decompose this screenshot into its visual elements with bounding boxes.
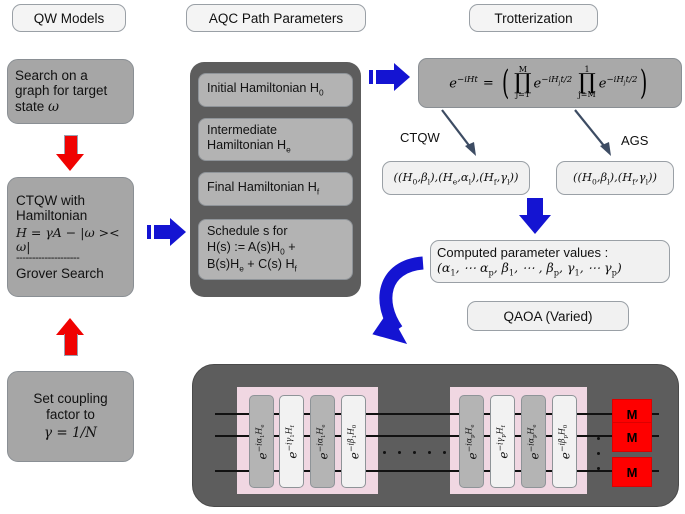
aqc-header-label: AQC Path Parameters — [208, 10, 344, 26]
ctqw-line-5: Grover Search — [16, 265, 104, 281]
circuit-gate-left-4-label: e−iβ1H0 — [346, 424, 361, 459]
circuit-gate-left-3[interactable]: e−iα1He — [310, 395, 335, 488]
qaoa-varied-box: QAOA (Varied) — [467, 301, 629, 331]
blue-arrow-qw-to-aqc — [147, 218, 186, 246]
circuit-gate-left-1-label: e−iα1He — [254, 424, 269, 459]
circuit-gate-right-2[interactable]: e−iγpHf — [490, 395, 515, 488]
trotterization-header-label: Trotterization — [494, 10, 573, 26]
ctqw-line-2: Hamiltonian — [16, 208, 88, 224]
circuit-measurement-3-label: M — [626, 464, 638, 480]
qw-search-line-1: Search on a — [15, 67, 88, 83]
circuit-ellipsis-dot-2 — [398, 451, 402, 455]
aqc-item-schedule: Schedule s for H(s) := A(s)H0 + B(s)He +… — [198, 219, 353, 280]
branch-arrow-ctqw — [441, 109, 476, 156]
circuit-ellipsis-dot-4 — [428, 451, 432, 455]
qw-models-header: QW Models — [12, 4, 126, 32]
ctqw-line-1: CTQW with — [16, 192, 85, 208]
aqc-item-intermediate-line-2: Hamiltonian He — [207, 138, 291, 155]
blue-curved-arrow-to-circuit — [372, 256, 424, 344]
circuit-gate-left-2-label: e−iγ1Hf — [284, 424, 299, 459]
ags-parameter-box: ((H0,βl),(Hf,γl)) — [556, 161, 674, 195]
qw-models-header-label: QW Models — [33, 10, 105, 26]
circuit-gate-left-2[interactable]: e−iγ1Hf — [279, 395, 304, 488]
coupling-line-2: factor to — [46, 406, 95, 422]
circuit-measurement-3[interactable]: M — [612, 457, 652, 487]
circuit-measurement-2-label: M — [626, 429, 638, 445]
red-arrow-down-1 — [56, 135, 84, 171]
circuit-measurement-1-label: M — [626, 406, 638, 422]
aqc-schedule-line-2: H(s) := A(s)H0 + — [207, 239, 296, 257]
ags-parameter-text: ((H0,βl),(Hf,γl)) — [572, 169, 658, 187]
aqc-schedule-line-3: B(s)He + C(s) Hf — [207, 257, 297, 274]
circuit-ellipsis-dot-5 — [443, 451, 447, 455]
ctqw-parameter-box: ((H0,βl),(He,αl),(Hf,γl)) — [382, 161, 530, 195]
computed-parameter-values-box: Computed parameter values : (α1, ⋯ αp, β… — [430, 240, 670, 283]
branch-arrow-ags — [574, 109, 611, 156]
aqc-item-initial-label: Initial Hamiltonian H0 — [207, 81, 324, 98]
aqc-item-intermediate-line-1: Intermediate — [207, 123, 278, 138]
aqc-item-initial-hamiltonian: Initial Hamiltonian H0 — [198, 73, 353, 107]
computed-parameter-value: (α1, ⋯ αp, β1, ⋯ , βp, γ1, ⋯ γp) — [437, 260, 622, 278]
coupling-equation: γ = 1/N — [44, 425, 97, 442]
qw-search-line-3: state ω — [15, 98, 60, 115]
circuit-gate-right-4-label: e−iβpH0 — [557, 424, 572, 459]
red-arrow-up-1 — [56, 318, 84, 356]
aqc-schedule-line-1: Schedule s for — [207, 224, 288, 239]
qw-search-line-2: graph for target — [15, 83, 108, 99]
circuit-gate-right-1-label: e−iαpHe — [464, 424, 479, 459]
branch-label-ctqw: CTQW — [400, 130, 440, 145]
coupling-line-1: Set coupling — [33, 391, 108, 407]
circuit-measurement-2[interactable]: M — [612, 422, 652, 452]
circuit-ellipsis-dot-1 — [383, 451, 387, 455]
qw-search-box: Search on a graph for target state ω — [7, 59, 134, 124]
blue-arrow-aqc-to-trotterization — [369, 63, 410, 91]
circuit-gate-left-4[interactable]: e−iβ1H0 — [341, 395, 366, 488]
aqc-item-intermediate-hamiltonian: Intermediate Hamiltonian He — [198, 118, 353, 161]
aqc-item-final-hamiltonian: Final Hamiltonian Hf — [198, 172, 353, 206]
circuit-vertical-dot-1 — [597, 437, 601, 441]
circuit-gate-right-1[interactable]: e−iαpHe — [459, 395, 484, 488]
ctqw-divider: -------------------- — [16, 251, 80, 264]
circuit-gate-left-1[interactable]: e−iα1He — [249, 395, 274, 488]
branch-label-ags: AGS — [621, 133, 649, 148]
circuit-gate-right-4[interactable]: e−iβpH0 — [552, 395, 577, 488]
computed-parameter-title: Computed parameter values : — [437, 245, 609, 261]
quantum-circuit-panel: e−iα1He e−iγ1Hf e−iα1He e−iβ1H0 e−iαpHe … — [192, 364, 679, 507]
set-coupling-box: Set coupling factor to γ = 1/N — [7, 371, 134, 462]
ctqw-hamiltonian-box: CTQW with Hamiltonian H = γA − |ω >< ω| … — [7, 177, 134, 297]
circuit-ellipsis-dot-3 — [413, 451, 417, 455]
trotterization-equation: e−iHt = ( M ∏ j=1 e−iHjt/2 1 ∏ j=M e−iHj… — [449, 63, 648, 103]
circuit-gate-right-3-label: e−iαpHe — [526, 424, 541, 459]
aqc-item-final-label: Final Hamiltonian Hf — [207, 180, 320, 197]
blue-arrow-down-to-computed — [519, 198, 551, 234]
aqc-header: AQC Path Parameters — [186, 4, 366, 32]
ctqw-equation: H = γA − |ω >< ω| — [16, 224, 120, 255]
circuit-gate-right-3[interactable]: e−iαpHe — [521, 395, 546, 488]
trotterization-header: Trotterization — [469, 4, 598, 32]
trotterization-equation-box: e−iHt = ( M ∏ j=1 e−iHjt/2 1 ∏ j=M e−iHj… — [418, 58, 682, 108]
circuit-gate-left-3-label: e−iα1He — [315, 424, 330, 459]
qaoa-varied-label: QAOA (Varied) — [503, 308, 593, 324]
circuit-vertical-dot-2 — [597, 452, 601, 456]
circuit-gate-right-2-label: e−iγpHf — [495, 424, 510, 459]
ctqw-parameter-text: ((H0,βl),(He,αl),(Hf,γl)) — [393, 169, 519, 187]
